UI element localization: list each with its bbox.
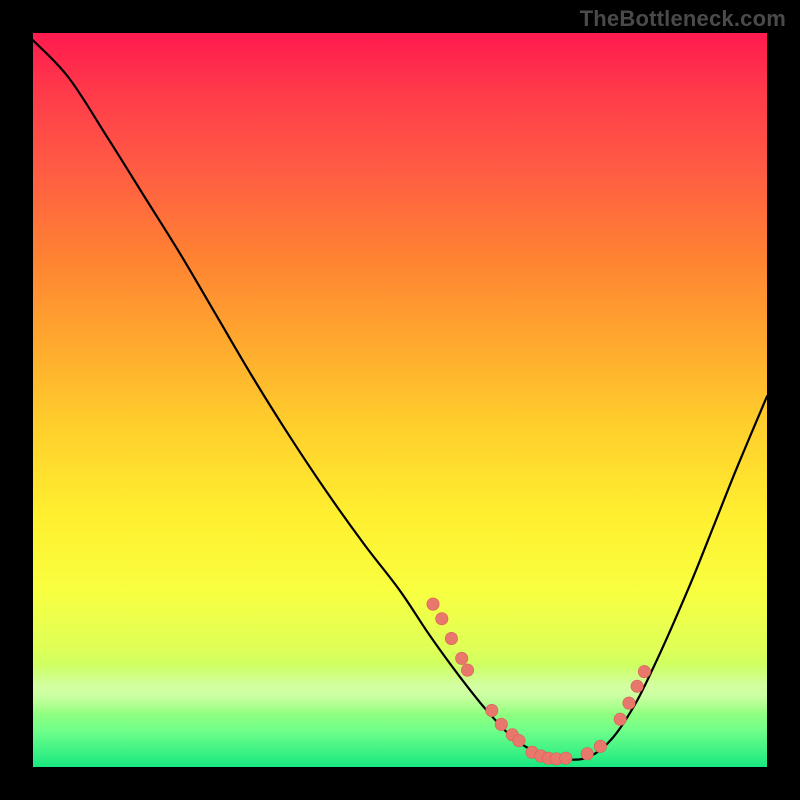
data-point [456, 652, 468, 664]
data-point [461, 664, 473, 676]
data-points [427, 598, 651, 765]
data-point [486, 704, 498, 716]
data-point [445, 632, 457, 644]
data-point [513, 734, 525, 746]
data-point [495, 718, 507, 730]
data-point [614, 713, 626, 725]
data-point [581, 748, 593, 760]
data-point [436, 613, 448, 625]
data-point [631, 680, 643, 692]
data-point [427, 598, 439, 610]
chart-svg [33, 33, 767, 767]
data-point [638, 665, 650, 677]
data-point [560, 752, 572, 764]
data-point [594, 740, 606, 752]
chart-container: TheBottleneck.com [0, 0, 800, 800]
plot-area [33, 33, 767, 767]
bottleneck-curve [33, 40, 767, 759]
watermark-text: TheBottleneck.com [580, 6, 786, 32]
data-point [623, 697, 635, 709]
